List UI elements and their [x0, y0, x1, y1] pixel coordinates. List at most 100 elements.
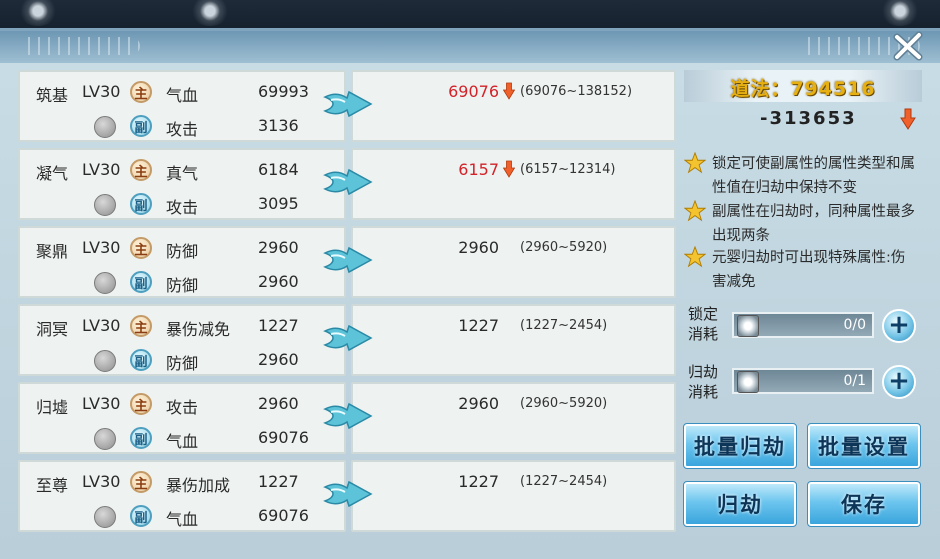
- lock-toggle[interactable]: [94, 272, 116, 294]
- flower-decoration-icon: [880, 0, 920, 26]
- main-attr-name: 暴伤减免: [166, 320, 231, 339]
- down-arrow-icon: [503, 82, 515, 100]
- cloud-arrow-icon: [323, 402, 373, 430]
- result-row: 2960 (2960~5920): [351, 382, 676, 454]
- stage-name: 凝气: [36, 164, 69, 183]
- main-attr-value: 6184: [258, 160, 299, 179]
- result-row: 1227 (1227~2454): [351, 304, 676, 376]
- main-attr-name: 气血: [166, 86, 199, 105]
- dao-points-bar: 道法：794516: [684, 70, 922, 102]
- stage-level: LV30: [82, 394, 121, 413]
- lock-toggle[interactable]: [94, 116, 116, 138]
- close-x-icon: [893, 31, 923, 61]
- add-lock-material-button[interactable]: +: [882, 309, 916, 343]
- add-guijie-material-button[interactable]: +: [882, 365, 916, 399]
- result-row: 6157 (6157~12314): [351, 148, 676, 220]
- main-attr-badge: 主: [130, 393, 152, 415]
- guijie-button[interactable]: 归劫: [683, 481, 797, 527]
- sub-attr-value: 3136: [258, 116, 299, 135]
- lock-toggle[interactable]: [94, 194, 116, 216]
- sub-attr-name: 气血: [166, 510, 199, 529]
- sub-attr-value: 69076: [258, 428, 309, 447]
- cloud-arrow-icon: [323, 246, 373, 274]
- stage-level: LV30: [82, 82, 121, 101]
- main-attr-badge: 主: [130, 159, 152, 181]
- main-attr-value: 1227: [258, 472, 299, 491]
- main-attr-name: 真气: [166, 164, 199, 183]
- plus-icon: +: [888, 310, 910, 340]
- tip-sub-attr: 副属性在归劫时，同种属性最多出现两条: [712, 204, 915, 244]
- equip-row: 至尊 LV30 主 暴伤加成 1227 副 气血 69076: [18, 460, 346, 532]
- equip-row: 洞冥 LV30 主 暴伤减免 1227 副 防御 2960: [18, 304, 346, 376]
- stage-name: 归墟: [36, 398, 69, 417]
- batch-guijie-button[interactable]: 批量归劫: [683, 423, 797, 469]
- equip-row: 筑基 LV30 主 气血 69993 副 攻击 3136: [18, 70, 346, 142]
- flower-decoration-icon: [190, 0, 230, 26]
- cloud-arrow-icon: [323, 90, 373, 118]
- lock-toggle[interactable]: [94, 350, 116, 372]
- down-arrow-icon: [900, 108, 916, 130]
- star-icon: [684, 200, 706, 222]
- stone-item-icon: [737, 371, 759, 393]
- result-range: (1227~2454): [520, 318, 608, 333]
- equip-row: 归墟 LV30 主 攻击 2960 副 气血 69076: [18, 382, 346, 454]
- tip-lock: 锁定可使副属性的属性类型和属性值在归劫中保持不变: [712, 156, 915, 196]
- save-button[interactable]: 保存: [807, 481, 921, 527]
- cloud-pattern-icon: [20, 37, 140, 55]
- sub-attr-value: 3095: [258, 194, 299, 213]
- sub-attr-value: 2960: [258, 272, 299, 291]
- result-value: 69076: [448, 82, 499, 101]
- result-range: (2960~5920): [520, 396, 608, 411]
- result-range: (6157~12314): [520, 162, 616, 177]
- equipment-attribute-list: 筑基 LV30 主 气血 69993 副 攻击 3136 69076 (6907…: [18, 70, 678, 540]
- guijie-cost-label: 归劫消耗: [688, 363, 719, 401]
- sub-attr-badge: 副: [130, 349, 152, 371]
- lock-cost-value: 0/0: [843, 317, 866, 333]
- result-value: 1227: [458, 472, 499, 491]
- main-attr-name: 攻击: [166, 398, 199, 417]
- stone-item-icon: [737, 315, 759, 337]
- cloud-arrow-icon: [323, 168, 373, 196]
- sub-attr-badge: 副: [130, 427, 152, 449]
- sub-attr-name: 防御: [166, 276, 199, 295]
- main-attr-value: 2960: [258, 394, 299, 413]
- tip-special: 元婴归劫时可出现特殊属性:伤害减免: [712, 250, 906, 290]
- stage-name: 至尊: [36, 476, 69, 495]
- cloud-arrow-icon: [323, 324, 373, 352]
- sub-attr-badge: 副: [130, 115, 152, 137]
- sub-attr-name: 防御: [166, 354, 199, 373]
- cloud-arrow-icon: [323, 480, 373, 508]
- down-arrow-icon: [503, 160, 515, 178]
- main-attr-name: 防御: [166, 242, 199, 261]
- plus-icon: +: [888, 366, 910, 396]
- guijie-cost-bar: 0/1: [732, 368, 874, 394]
- stage-name: 筑基: [36, 86, 69, 105]
- close-button[interactable]: [888, 28, 928, 64]
- sub-attr-badge: 副: [130, 193, 152, 215]
- stage-level: LV30: [82, 238, 121, 257]
- main-attr-badge: 主: [130, 81, 152, 103]
- lock-toggle[interactable]: [94, 506, 116, 528]
- guijie-cost-value: 0/1: [843, 373, 866, 389]
- main-attr-name: 暴伤加成: [166, 476, 231, 495]
- sub-attr-name: 攻击: [166, 198, 199, 217]
- sub-attr-name: 气血: [166, 432, 199, 451]
- main-attr-value: 69993: [258, 82, 309, 101]
- main-attr-badge: 主: [130, 471, 152, 493]
- main-attr-badge: 主: [130, 315, 152, 337]
- result-row: 2960 (2960~5920): [351, 226, 676, 298]
- batch-settings-button[interactable]: 批量设置: [807, 423, 921, 469]
- result-value: 1227: [458, 316, 499, 335]
- stage-level: LV30: [82, 316, 121, 335]
- sub-attr-badge: 副: [130, 505, 152, 527]
- result-range: (69076~138152): [520, 84, 633, 99]
- top-background-strip: [0, 0, 940, 30]
- result-range: (1227~2454): [520, 474, 608, 489]
- result-value: 6157: [458, 160, 499, 179]
- equip-row: 聚鼎 LV30 主 防御 2960 副 防御 2960: [18, 226, 346, 298]
- lock-toggle[interactable]: [94, 428, 116, 450]
- star-icon: [684, 152, 706, 174]
- sub-attr-value: 69076: [258, 506, 309, 525]
- result-range: (2960~5920): [520, 240, 608, 255]
- result-value: 2960: [458, 394, 499, 413]
